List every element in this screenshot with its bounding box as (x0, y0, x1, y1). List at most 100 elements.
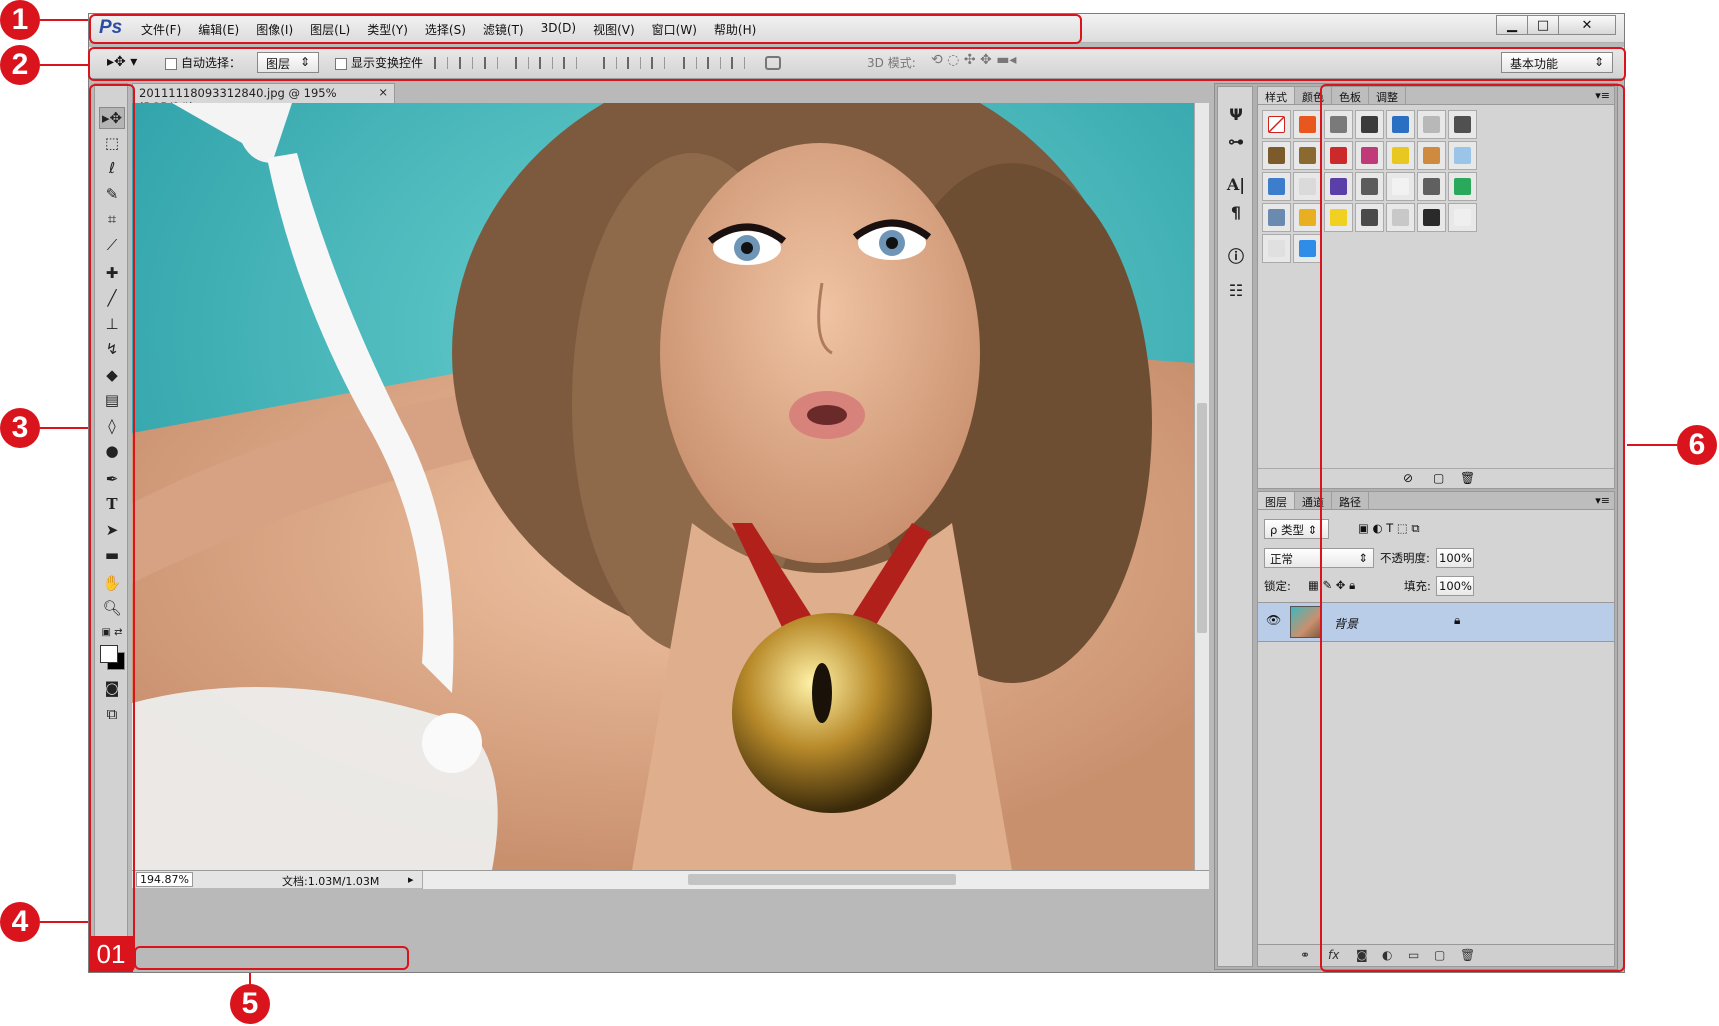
link-layers-icon[interactable]: ⚭ (1300, 948, 1310, 962)
menu-item-0[interactable]: 文件(F) (141, 21, 181, 38)
align-option-icon[interactable] (459, 57, 473, 69)
menu-item-3[interactable]: 图层(L) (310, 21, 350, 38)
panel-tab-3[interactable]: 调整 (1369, 87, 1406, 104)
character-panel-icon[interactable]: A| (1226, 175, 1246, 194)
gradient-tool-icon[interactable]: ▤ (99, 389, 125, 411)
panel-tab-2[interactable]: 路径 (1332, 492, 1369, 509)
lasso-tool-icon[interactable]: ℓ (99, 157, 125, 179)
blend-mode-dropdown[interactable]: 正常 ⇕ (1264, 548, 1374, 568)
pen-tool-icon[interactable]: ✒ (99, 468, 125, 490)
align-option-icon[interactable] (603, 57, 617, 69)
align-option-icon[interactable] (731, 57, 745, 69)
menu-item-8[interactable]: 视图(V) (593, 21, 635, 38)
style-swatch[interactable] (1448, 141, 1477, 170)
new-style-icon[interactable]: ▢ (1433, 471, 1444, 485)
panel-tab-0[interactable]: 样式 (1258, 87, 1295, 104)
rectangle-tool-icon[interactable]: ▬ (99, 544, 125, 566)
status-menu-arrow-icon[interactable]: ▸ (408, 873, 414, 886)
delete-style-icon[interactable]: 🗑︎ (1460, 471, 1475, 485)
layer-style-fx-icon[interactable]: fx (1328, 948, 1339, 962)
info-panel-icon[interactable]: ⓘ (1226, 243, 1246, 267)
style-swatch[interactable] (1262, 110, 1291, 139)
image-canvas[interactable] (132, 103, 1194, 870)
new-layer-icon[interactable]: ▢ (1434, 948, 1445, 962)
panel-tab-1[interactable]: 颜色 (1295, 87, 1332, 104)
lock-options-icon[interactable]: ▦ ✎ ✥ 🔒︎ (1308, 578, 1355, 593)
history-brush-tool-icon[interactable]: ↯ (99, 338, 125, 360)
style-swatch[interactable] (1262, 172, 1291, 201)
menu-item-4[interactable]: 类型(Y) (367, 21, 408, 38)
swap-colors-icon[interactable]: ▣ ⇄ (99, 621, 125, 643)
delete-layer-icon[interactable]: 🗑︎ (1460, 948, 1475, 962)
style-swatch[interactable] (1262, 141, 1291, 170)
style-swatch[interactable] (1293, 141, 1322, 170)
style-swatch[interactable] (1355, 203, 1384, 232)
document-tab[interactable]: 20111118093312840.jpg @ 195%(RGB/8#) × (132, 83, 395, 114)
hand-tool-icon[interactable]: ✋ (99, 572, 125, 594)
path-select-tool-icon[interactable]: ➤ (99, 519, 125, 541)
style-swatch[interactable] (1448, 203, 1477, 232)
align-option-icon[interactable] (765, 56, 781, 70)
menu-item-9[interactable]: 窗口(W) (652, 21, 697, 38)
panel-tab-1[interactable]: 通道 (1295, 492, 1332, 509)
new-group-icon[interactable]: ▭ (1408, 948, 1419, 962)
panel-tab-2[interactable]: 色板 (1332, 87, 1369, 104)
move-tool-icon[interactable]: ▸✥ (99, 107, 125, 129)
style-swatch[interactable] (1355, 141, 1384, 170)
blur-tool-icon[interactable]: ◊ (99, 415, 125, 437)
menu-item-2[interactable]: 图像(I) (256, 21, 293, 38)
zoom-tool-icon[interactable]: 🔍︎ (99, 597, 125, 619)
style-swatch[interactable] (1448, 172, 1477, 201)
filter-pixel-icon[interactable]: ▣ ◐ T ⬚ ⧉ (1358, 521, 1420, 536)
zoom-level-field[interactable]: 194.87% (136, 872, 193, 887)
style-swatch[interactable] (1293, 203, 1322, 232)
style-swatch[interactable] (1417, 141, 1446, 170)
document-info[interactable]: 文档:1.03M/1.03M (282, 873, 379, 889)
align-option-icon[interactable] (563, 57, 577, 69)
menu-item-5[interactable]: 选择(S) (425, 21, 466, 38)
align-option-icon[interactable] (434, 57, 448, 69)
style-swatch[interactable] (1386, 203, 1415, 232)
move-tool-preset-icon[interactable]: ▸✥ ▾ (107, 54, 137, 70)
layer-name[interactable]: 背景 (1334, 615, 1358, 632)
clear-style-icon[interactable]: ⊘ (1403, 471, 1413, 485)
close-tab-icon[interactable]: × (378, 85, 388, 99)
style-swatch[interactable] (1324, 110, 1353, 139)
minimize-button[interactable]: ▁ (1496, 15, 1528, 35)
menu-item-7[interactable]: 3D(D) (541, 21, 576, 38)
style-swatch[interactable] (1355, 110, 1384, 139)
workspace-dropdown[interactable]: 基本功能 ⇕ (1501, 52, 1613, 73)
dodge-tool-icon[interactable]: ● (99, 440, 125, 462)
style-swatch[interactable] (1417, 172, 1446, 201)
fill-field[interactable]: 100% (1436, 576, 1474, 596)
quick-select-tool-icon[interactable]: ✎ (99, 183, 125, 205)
style-swatch[interactable] (1417, 110, 1446, 139)
adjustment-layer-icon[interactable]: ◐ (1382, 948, 1392, 962)
visibility-eye-icon[interactable]: 👁︎ (1266, 613, 1281, 627)
crop-tool-icon[interactable]: ⌗ (99, 208, 125, 230)
menu-item-10[interactable]: 帮助(H) (714, 21, 756, 38)
add-mask-icon[interactable]: ◙ (1356, 948, 1368, 962)
panel-tab-0[interactable]: 图层 (1258, 492, 1295, 509)
vertical-scrollbar[interactable] (1194, 103, 1209, 870)
style-swatch[interactable] (1324, 172, 1353, 201)
clone-stamp-tool-icon[interactable]: ⊥ (99, 313, 125, 335)
align-option-icon[interactable] (539, 57, 553, 69)
style-swatch[interactable] (1386, 141, 1415, 170)
3d-rotate-icon[interactable]: ⟲ ◌ ✣ ✥ ▬◂ (931, 52, 1016, 68)
layer-filter-dropdown[interactable]: ρ 类型 ⇕ (1264, 519, 1329, 539)
align-option-icon[interactable] (515, 57, 529, 69)
paragraph-panel-icon[interactable]: ¶ (1226, 203, 1246, 222)
align-option-icon[interactable] (683, 57, 697, 69)
style-swatch[interactable] (1262, 203, 1291, 232)
layers-menu-icon[interactable]: ▾≡ (1595, 494, 1610, 507)
style-swatch[interactable] (1386, 110, 1415, 139)
style-swatch[interactable] (1293, 110, 1322, 139)
quick-mask-icon[interactable]: ◙ (99, 677, 125, 699)
brush-tool-icon[interactable]: ╱ (99, 287, 125, 309)
panel-menu-icon[interactable]: ▾≡ (1595, 89, 1610, 102)
menu-item-1[interactable]: 编辑(E) (198, 21, 239, 38)
style-swatch[interactable] (1324, 141, 1353, 170)
style-swatch[interactable] (1293, 172, 1322, 201)
brush-settings-icon[interactable]: ⊶ (1226, 132, 1246, 151)
